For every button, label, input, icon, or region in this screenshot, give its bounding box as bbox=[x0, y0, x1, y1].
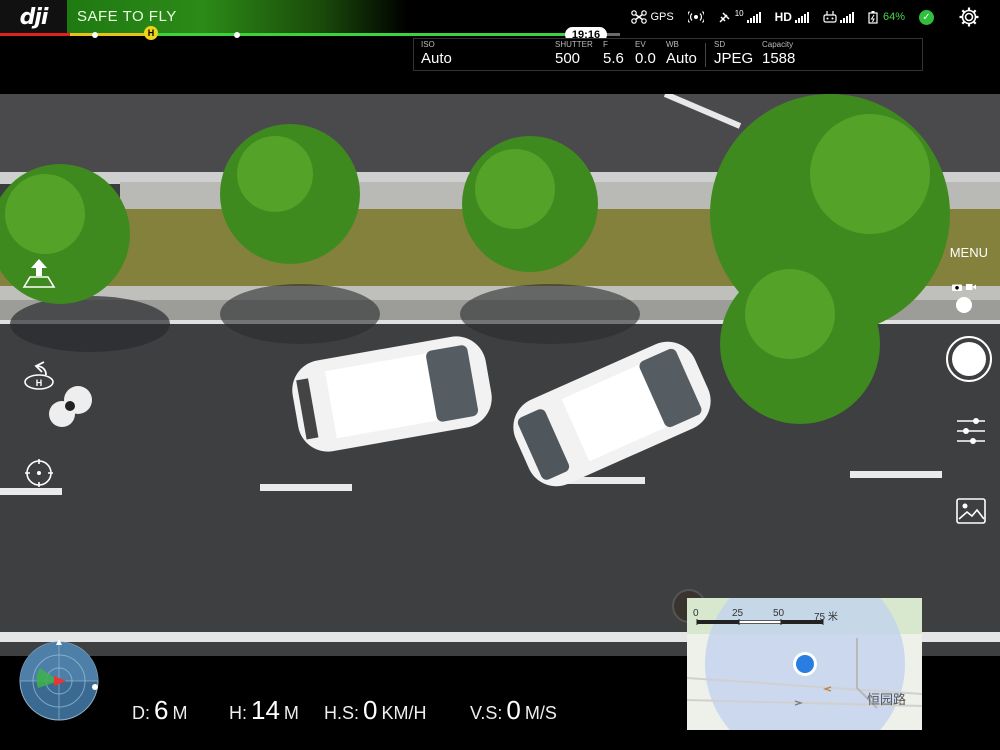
ok-icon[interactable]: ✓ bbox=[919, 9, 934, 25]
signal-icon bbox=[687, 11, 704, 23]
logo-text: dji bbox=[19, 4, 49, 30]
vspeed-label: V.S: bbox=[470, 703, 503, 723]
mode-switch-knob bbox=[956, 297, 972, 313]
distance-label: D: bbox=[132, 703, 150, 723]
ev-label: EV bbox=[635, 40, 646, 49]
takeoff-icon bbox=[22, 259, 56, 288]
hd-label: HD bbox=[774, 10, 792, 24]
radar-icon bbox=[19, 639, 99, 721]
gear-icon[interactable] bbox=[958, 6, 980, 28]
height-label: H: bbox=[229, 703, 247, 723]
signal-status[interactable] bbox=[687, 11, 704, 23]
mini-map[interactable]: 0 25 50 75 米 恒园路 bbox=[687, 598, 922, 730]
battery-percent: 64% bbox=[882, 11, 905, 23]
distance-readout: D: 6 M bbox=[132, 695, 187, 726]
camera-icon bbox=[952, 284, 962, 291]
camera-live-view[interactable] bbox=[0, 94, 1000, 656]
vspeed-unit: M/S bbox=[524, 703, 557, 723]
hspeed-value: 0 bbox=[363, 695, 378, 725]
time-bar-yellow bbox=[70, 33, 150, 36]
sd-label: SD bbox=[714, 40, 726, 49]
aperture-label: F bbox=[603, 40, 608, 49]
distance-value: 6 bbox=[154, 695, 169, 725]
scale-label: 75 米 bbox=[814, 612, 838, 623]
gps-label: GPS bbox=[650, 11, 674, 23]
shutter-setting[interactable]: SHUTTER 500 bbox=[555, 40, 593, 67]
height-unit: M bbox=[283, 703, 299, 723]
satellite-count: 10 bbox=[734, 8, 744, 18]
capacity-value: 1588 bbox=[762, 50, 796, 67]
battery-icon bbox=[868, 11, 878, 24]
iso-setting[interactable]: ISO Auto bbox=[421, 40, 452, 67]
height-value: 14 bbox=[251, 695, 280, 725]
iso-value: Auto bbox=[421, 50, 452, 67]
home-marker: H bbox=[144, 26, 158, 40]
map-scale: 0 25 50 75 米 bbox=[687, 598, 922, 626]
flight-status[interactable]: SAFE TO FLY bbox=[77, 8, 177, 25]
time-bar-marker bbox=[92, 31, 98, 38]
remote-signal-bars bbox=[839, 11, 854, 23]
aperture-value: 5.6 bbox=[603, 50, 624, 67]
flight-time-bar bbox=[0, 31, 620, 38]
horizontal-speed-readout: H.S: 0 KM/H bbox=[324, 695, 426, 726]
iso-label: ISO bbox=[421, 40, 435, 49]
menu-button[interactable]: MENU bbox=[950, 245, 988, 260]
shutter-button[interactable] bbox=[946, 336, 992, 382]
hd-signal[interactable]: HD bbox=[775, 10, 809, 24]
ev-setting[interactable]: EV 0.0 bbox=[635, 40, 656, 67]
shutter-icon bbox=[952, 342, 986, 376]
hd-signal-bars bbox=[794, 11, 809, 23]
scale-label: 0 bbox=[693, 608, 699, 619]
time-bar-green bbox=[150, 33, 595, 36]
vertical-speed-readout: V.S: 0 M/S bbox=[470, 695, 557, 726]
sd-setting[interactable]: SD JPEG bbox=[714, 40, 753, 67]
shutter-value: 500 bbox=[555, 50, 581, 67]
height-readout: H: 14 M bbox=[229, 695, 299, 726]
road-name-label: 恒园路 bbox=[866, 692, 906, 707]
takeoff-button[interactable] bbox=[22, 256, 56, 290]
scale-label: 25 bbox=[732, 608, 744, 619]
vspeed-value: 0 bbox=[506, 695, 521, 725]
photo-video-toggle[interactable] bbox=[952, 283, 976, 323]
status-icons: GPS 10 HD 64% ✓ bbox=[631, 0, 980, 34]
return-home-icon: H bbox=[24, 361, 54, 390]
gps-signal-bars bbox=[746, 11, 761, 23]
hspeed-unit: KM/H bbox=[381, 703, 427, 723]
poi-icon bbox=[25, 459, 53, 487]
settings-sliders-icon bbox=[957, 418, 985, 444]
camera-settings-panel[interactable]: ISO Auto SHUTTER 500 F 5.6 EV 0.0 WB Aut… bbox=[413, 38, 923, 71]
return-home-button[interactable]: H bbox=[22, 358, 56, 392]
remote-signal[interactable] bbox=[823, 11, 854, 23]
dji-logo[interactable]: dji bbox=[0, 0, 67, 34]
poi-button[interactable] bbox=[22, 456, 56, 490]
capacity-setting[interactable]: Capacity 1588 bbox=[762, 40, 795, 67]
satellite-icon bbox=[719, 12, 730, 23]
divider bbox=[705, 43, 706, 67]
gallery-icon bbox=[956, 498, 986, 524]
camera-settings-button[interactable] bbox=[956, 417, 986, 450]
svg-text:H: H bbox=[36, 378, 43, 388]
sd-value: JPEG bbox=[714, 50, 754, 67]
scale-label: 50 bbox=[773, 608, 785, 619]
capacity-label: Capacity bbox=[762, 40, 794, 49]
hspeed-label: H.S: bbox=[324, 703, 360, 723]
ev-value: 0.0 bbox=[635, 50, 656, 67]
aperture-setting[interactable]: F 5.6 bbox=[603, 40, 624, 67]
gallery-button[interactable] bbox=[956, 498, 986, 529]
attitude-radar[interactable] bbox=[18, 639, 100, 722]
aircraft-icon bbox=[631, 10, 648, 24]
wb-setting[interactable]: WB Auto bbox=[666, 40, 697, 67]
aircraft-status[interactable]: GPS bbox=[631, 10, 674, 24]
remote-icon bbox=[823, 11, 837, 23]
wb-label: WB bbox=[666, 40, 679, 49]
distance-unit: M bbox=[172, 703, 188, 723]
shutter-label: SHUTTER bbox=[555, 40, 593, 49]
time-bar-red bbox=[0, 33, 70, 36]
aerial-scene bbox=[0, 94, 1000, 656]
video-icon bbox=[966, 284, 976, 290]
wb-value: Auto bbox=[666, 50, 697, 67]
battery-status[interactable]: 64% bbox=[868, 10, 905, 24]
satellite-status[interactable]: 10 bbox=[718, 8, 761, 24]
time-bar-marker bbox=[234, 31, 240, 38]
